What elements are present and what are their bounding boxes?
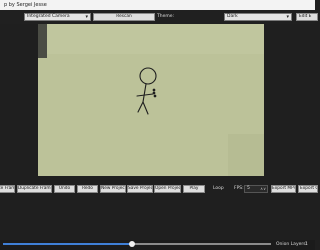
timeline-slider-fill (3, 243, 132, 245)
chevron-down-icon: ▾ (286, 14, 289, 20)
fps-value: 5 (247, 186, 250, 191)
loop-checkbox[interactable]: Loop (213, 186, 224, 191)
play-button[interactable]: Play (183, 185, 205, 193)
duplicate-frame-button[interactable]: Duplicate Frame (17, 185, 52, 193)
camera-preview-image (38, 24, 264, 176)
fps-label: FPS: (234, 186, 244, 191)
theme-select[interactable]: Dark ▾ (224, 13, 292, 21)
edit-button[interactable]: Edit E (296, 13, 318, 21)
fps-spinbox[interactable]: 5 ∧∨ (244, 185, 268, 193)
export-gif-button[interactable]: Export G (298, 185, 318, 193)
camera-select-value: Integrated Camera (27, 14, 70, 19)
camera-select[interactable]: Integrated Camera ▾ (24, 13, 91, 21)
chevron-down-icon: ▾ (85, 14, 88, 20)
delete-frame-button[interactable]: te Frame (0, 185, 15, 193)
window-title: p by Sergei Jesse (4, 2, 47, 8)
undo-button[interactable]: Undo (54, 185, 75, 193)
theme-label: Theme: (157, 14, 175, 19)
rescan-button[interactable]: Rescan (93, 13, 155, 21)
redo-button[interactable]: Redo (77, 185, 98, 193)
title-bar: p by Sergei Jesse (0, 0, 315, 10)
save-project-button[interactable]: Save Project (127, 185, 153, 193)
export-mp4-button[interactable]: Export MP4 (271, 185, 296, 193)
onion-layers-label: Onion Layers: (276, 242, 308, 247)
theme-select-value: Dark (227, 14, 238, 19)
onion-layers-value[interactable]: 1 (305, 242, 308, 247)
timeline-slider-handle[interactable] (128, 240, 135, 247)
new-project-button[interactable]: New Project (100, 185, 126, 193)
open-project-button[interactable]: Open Project (154, 185, 181, 193)
spin-arrows-icon[interactable]: ∧∨ (260, 186, 266, 192)
timeline-bar (0, 240, 315, 250)
camera-preview (38, 24, 264, 176)
